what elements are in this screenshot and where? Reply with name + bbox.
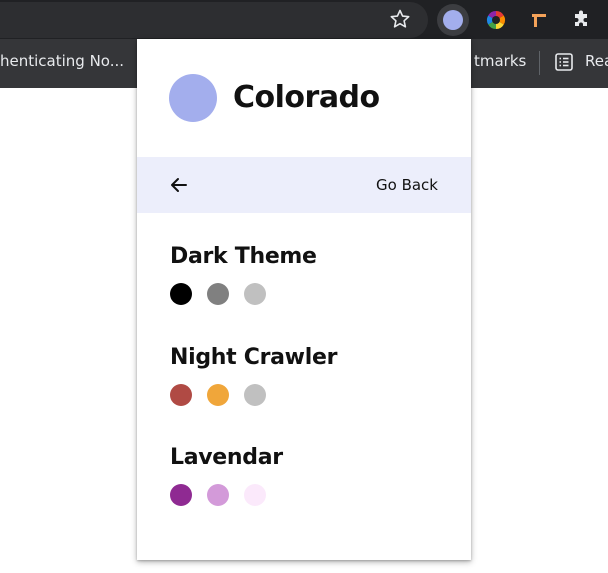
colorado-extension-button[interactable] <box>437 4 469 36</box>
color-swatch <box>244 283 266 305</box>
app-title: Colorado <box>233 80 380 115</box>
color-swatch <box>244 484 266 506</box>
app-logo <box>169 74 217 122</box>
color-swatch <box>207 484 229 506</box>
ruler-icon <box>532 14 546 27</box>
theme-option-lavendar[interactable]: Lavendar <box>170 442 440 506</box>
tools-extension-button[interactable] <box>523 4 555 36</box>
star-icon[interactable] <box>388 7 412 31</box>
theme-swatches <box>170 283 440 305</box>
reading-list-label[interactable]: Rea <box>585 52 608 70</box>
extensions-menu-button[interactable] <box>566 4 598 36</box>
colorado-extension-icon <box>443 10 463 30</box>
theme-option-night-crawler[interactable]: Night Crawler <box>170 342 440 406</box>
theme-swatches <box>170 484 440 506</box>
theme-name: Night Crawler <box>170 345 338 370</box>
color-wheel-extension-button[interactable] <box>480 4 512 36</box>
back-arrow-icon[interactable] <box>167 173 191 197</box>
popup-header: Colorado <box>137 39 471 157</box>
color-swatch <box>170 384 192 406</box>
color-swatch <box>207 384 229 406</box>
theme-option-dark-theme[interactable]: Dark Theme <box>170 241 440 305</box>
color-swatch <box>244 384 266 406</box>
color-swatch <box>170 484 192 506</box>
bookmark-item[interactable]: henticating No... <box>0 52 124 70</box>
address-bar[interactable] <box>0 2 428 38</box>
theme-name: Lavendar <box>170 445 283 470</box>
puzzle-icon <box>575 10 587 26</box>
browser-toolbar <box>0 0 608 39</box>
color-wheel-icon <box>486 10 506 30</box>
extension-popup: Colorado Go Back Dark Theme Night Crawle… <box>137 39 471 560</box>
reading-list-icon[interactable] <box>554 52 574 72</box>
theme-swatches <box>170 384 440 406</box>
bookmarks-folder[interactable]: tmarks <box>474 52 526 70</box>
color-swatch <box>170 283 192 305</box>
bookmarks-divider <box>539 51 540 75</box>
go-back-button[interactable]: Go Back <box>376 175 438 195</box>
nav-bar: Go Back <box>137 157 471 213</box>
theme-name: Dark Theme <box>170 244 317 269</box>
color-swatch <box>207 283 229 305</box>
